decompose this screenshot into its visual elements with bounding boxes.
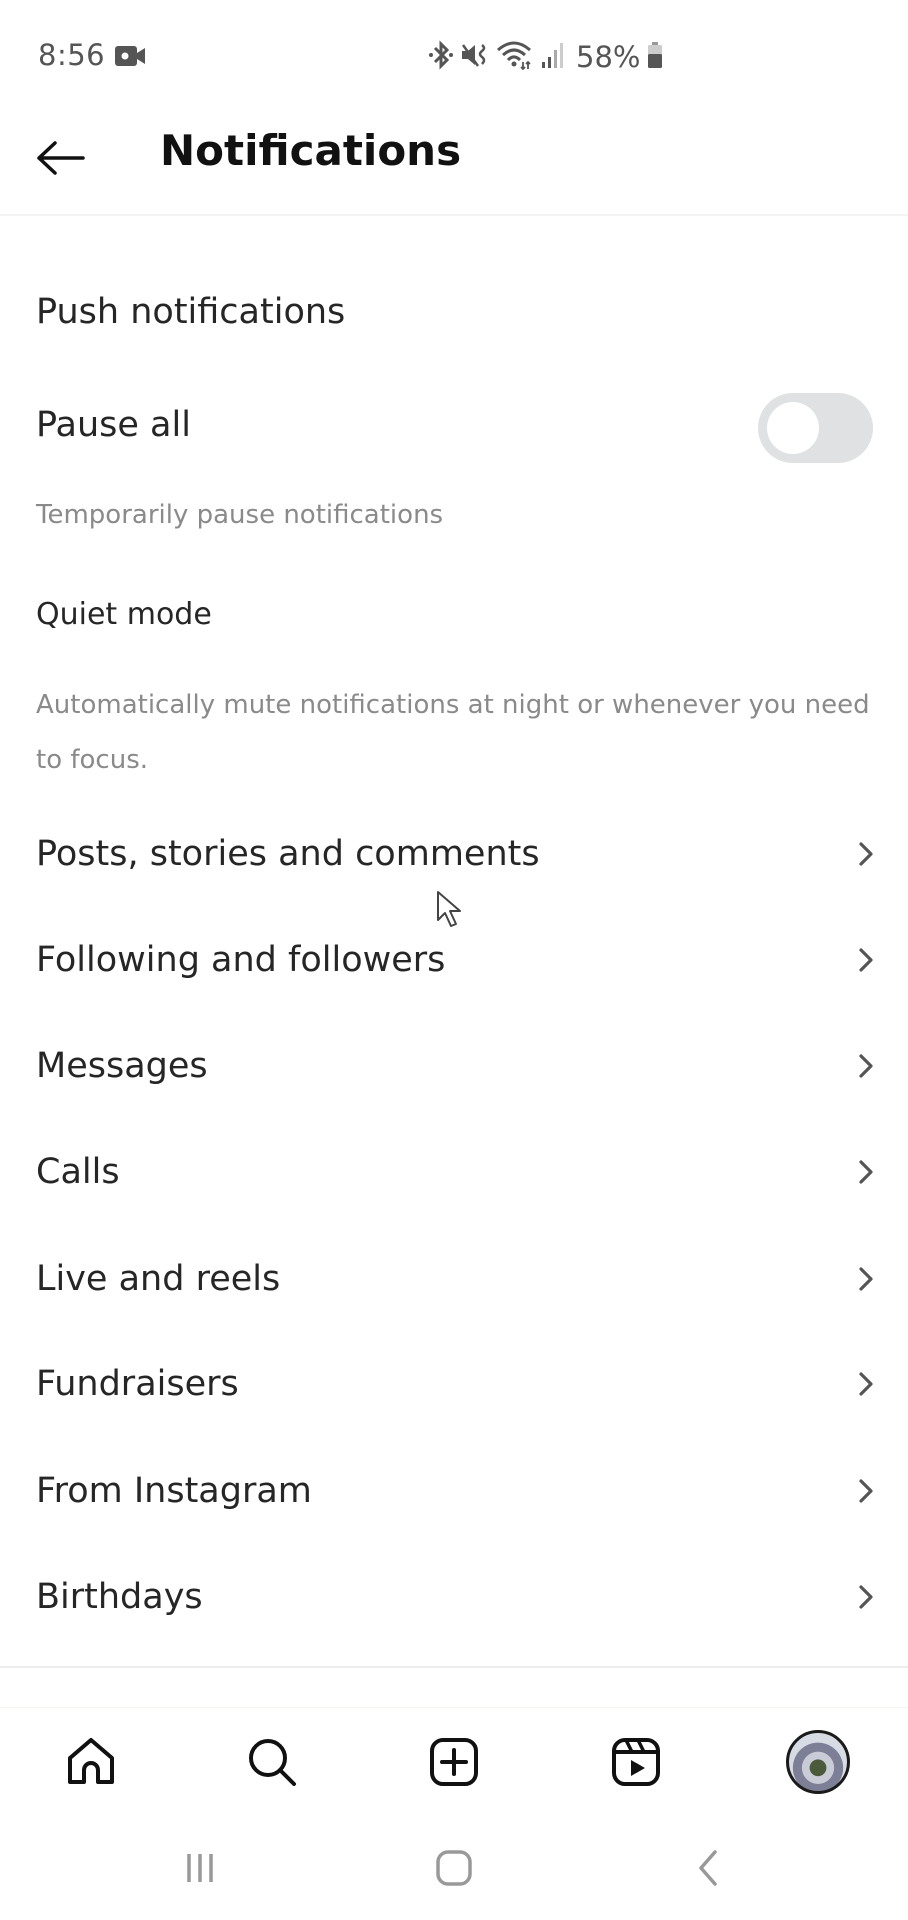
profile-avatar[interactable]	[786, 1730, 850, 1794]
settings-row[interactable]: Calls	[0, 1119, 908, 1225]
pause-all-toggle[interactable]	[758, 393, 873, 463]
toggle-knob	[767, 402, 819, 454]
battery-icon	[646, 40, 664, 74]
chevron-right-icon	[846, 1159, 886, 1185]
settings-row-label: Live and reels	[36, 1259, 281, 1299]
system-recents-button[interactable]	[170, 1846, 230, 1890]
settings-row[interactable]: From Instagram	[0, 1438, 908, 1544]
chevron-right-icon	[846, 947, 886, 973]
chevron-right-icon	[846, 1053, 886, 1079]
back-icon	[699, 1850, 717, 1886]
back-button[interactable]	[28, 130, 92, 186]
bluetooth-icon	[428, 40, 454, 74]
chevron-right-icon	[846, 1478, 886, 1504]
reels-icon	[612, 1738, 660, 1786]
nav-create[interactable]	[424, 1734, 484, 1790]
mouse-cursor-icon	[436, 890, 466, 934]
arrow-left-icon	[37, 141, 85, 175]
mute-vibrate-icon	[460, 40, 490, 74]
nav-top-border	[0, 1707, 908, 1708]
nav-reels[interactable]	[606, 1734, 666, 1790]
home-icon	[68, 1738, 114, 1784]
search-icon	[249, 1739, 296, 1786]
settings-row-label: Fundraisers	[36, 1364, 239, 1404]
system-back-button[interactable]	[678, 1846, 738, 1890]
wifi-icon	[496, 40, 534, 74]
header-divider	[0, 214, 908, 216]
pause-all-description: Temporarily pause notifications	[36, 500, 444, 530]
settings-row[interactable]: Messages	[0, 1013, 908, 1119]
recents-icon	[187, 1854, 213, 1882]
settings-row[interactable]: Fundraisers	[0, 1331, 908, 1437]
quiet-mode-item[interactable]: Quiet mode	[36, 597, 212, 632]
pause-all-label: Pause all	[36, 405, 191, 445]
settings-row-label: Posts, stories and comments	[36, 834, 540, 874]
create-icon	[430, 1738, 478, 1786]
status-icons: 58%	[428, 36, 664, 78]
battery-percent: 58%	[576, 40, 641, 74]
settings-row[interactable]: Birthdays	[0, 1544, 908, 1650]
home-button-icon	[436, 1850, 472, 1886]
settings-row-label: Calls	[36, 1152, 120, 1192]
video-recording-icon	[115, 44, 147, 72]
settings-row[interactable]: Live and reels	[0, 1226, 908, 1332]
nav-search[interactable]	[242, 1734, 302, 1790]
section-title-push: Push notifications	[36, 292, 346, 332]
settings-row-label: Messages	[36, 1046, 208, 1086]
quiet-mode-description: Automatically mute notifications at nigh…	[36, 690, 870, 775]
chevron-right-icon	[846, 1266, 886, 1292]
signal-icon	[540, 40, 566, 74]
chevron-right-icon	[846, 1584, 886, 1610]
system-home-button[interactable]	[424, 1846, 484, 1890]
settings-row-label: Birthdays	[36, 1577, 203, 1617]
chevron-right-icon	[846, 1371, 886, 1397]
status-time: 8:56	[38, 38, 106, 72]
chevron-right-icon	[846, 841, 886, 867]
settings-row-label: From Instagram	[36, 1471, 312, 1511]
settings-row-label: Following and followers	[36, 940, 446, 980]
content-divider	[0, 1666, 908, 1668]
nav-home[interactable]	[61, 1734, 121, 1790]
page-title: Notifications	[160, 126, 462, 175]
